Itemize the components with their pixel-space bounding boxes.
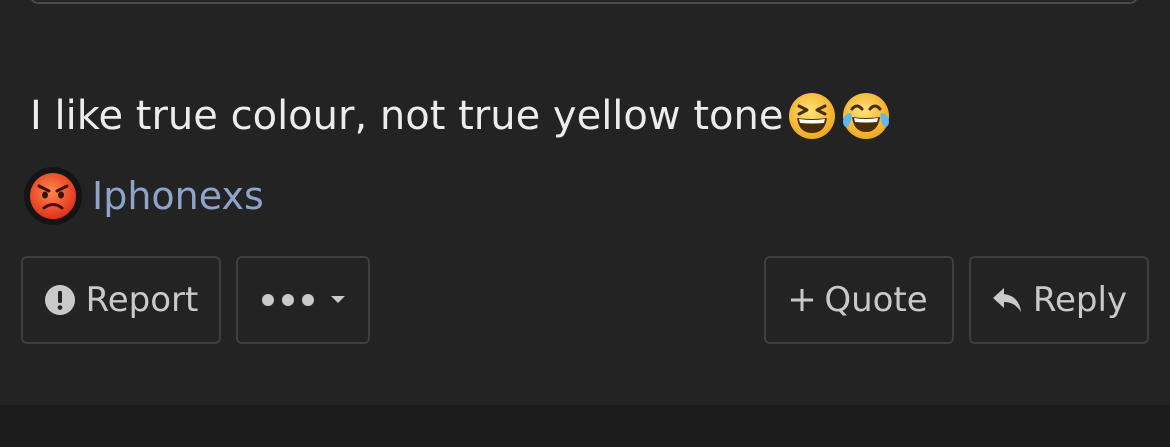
caret-down-icon xyxy=(330,295,346,305)
user-signature: Iphonexs xyxy=(24,166,264,226)
reply-label: Reply xyxy=(1032,280,1128,320)
quote-button[interactable]: Quote xyxy=(764,256,954,344)
report-label: Report xyxy=(85,280,199,320)
post-message: I like true colour, not true yellow tone xyxy=(30,86,891,146)
quote-label: Quote xyxy=(824,280,928,320)
previous-post-box xyxy=(30,0,1138,4)
angry-face-emoji xyxy=(28,171,78,221)
avatar[interactable] xyxy=(24,167,82,225)
ellipsis-icon xyxy=(260,292,316,308)
post-container: I like true colour, not true yellow tone xyxy=(0,0,1170,405)
username-link[interactable]: Iphonexs xyxy=(92,174,264,218)
report-button[interactable]: Report xyxy=(21,256,221,344)
grinning-squinting-face-emoji xyxy=(787,91,837,141)
tears-of-joy-emoji xyxy=(841,91,891,141)
post-message-text: I like true colour, not true yellow tone xyxy=(30,93,784,139)
more-options-button[interactable] xyxy=(236,256,370,344)
reply-arrow-icon xyxy=(991,286,1023,314)
exclamation-circle-icon xyxy=(44,284,76,316)
post-footer-divider xyxy=(0,405,1170,447)
plus-icon xyxy=(790,288,814,312)
reply-button[interactable]: Reply xyxy=(969,256,1149,344)
